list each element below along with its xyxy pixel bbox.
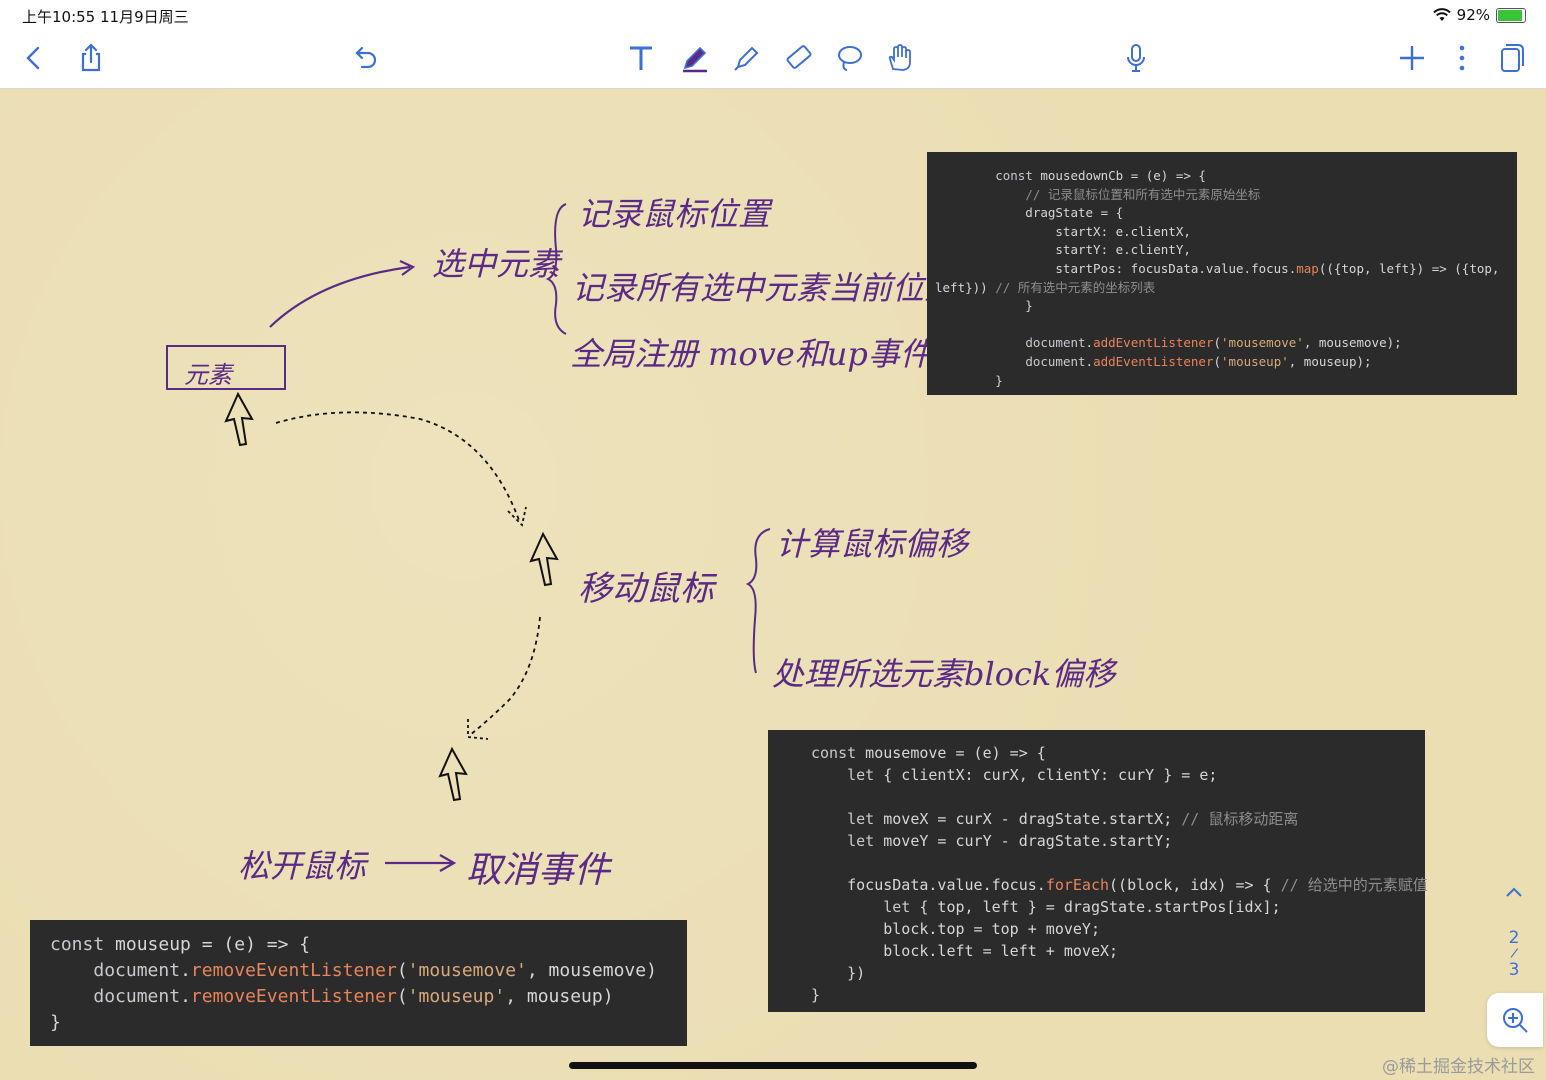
add-button[interactable]	[1392, 38, 1432, 78]
cursor-2	[529, 531, 559, 587]
note-select: 选中元素	[432, 245, 561, 283]
code-line: // 记录鼠标位置和所有选中元素原始坐标	[1025, 186, 1261, 202]
note-select-item-2: 记录所有选中元素当前位置	[572, 269, 957, 307]
code-line: let moveX = curX - dragState.startX; // …	[847, 810, 1299, 828]
code-line: startY: e.clientY,	[935, 242, 1191, 258]
dashed-arrow-1	[275, 411, 521, 524]
share-button[interactable]	[71, 38, 111, 78]
back-button[interactable]	[14, 38, 54, 78]
microphone-icon	[1127, 44, 1145, 72]
battery-icon	[1496, 7, 1526, 23]
status-time: 上午10:55 11月9日周三	[22, 8, 189, 26]
code-line: let { top, left } = dragState.startPos[i…	[883, 898, 1281, 916]
code-line: document.removeEventListener('mouseup', …	[93, 986, 614, 1007]
pen-tool[interactable]	[675, 38, 715, 78]
eraser-tool[interactable]	[778, 38, 818, 78]
note-release: 松开鼠标	[238, 847, 367, 885]
code-line: focusData.value.focus.forEach((block, id…	[811, 876, 1428, 894]
undo-icon	[355, 46, 377, 69]
code-line: const mousedownCb = (e) => {	[995, 168, 1206, 183]
note-element: 元素	[184, 361, 232, 389]
code-line: document.addEventListener('mouseup', mou…	[1025, 353, 1372, 369]
battery-percent: 92%	[1456, 6, 1490, 24]
more-button[interactable]	[1442, 38, 1482, 78]
brace-move	[745, 528, 771, 674]
code-block-mousedown: const mousedownCb = (e) => { // 记录鼠标位置和所…	[927, 152, 1517, 395]
code-line: }	[935, 298, 1033, 314]
code-line: document.addEventListener('mousemove', m…	[1025, 335, 1402, 351]
code-line: block.left = left + moveX;	[811, 942, 1119, 960]
arrow-to-select	[269, 265, 411, 328]
lasso-icon	[838, 46, 862, 71]
code-line: startPos: focusData.value.focus.map(({to…	[935, 260, 1500, 276]
status-bar: 上午10:55 11月9日周三 92%	[0, 0, 1546, 30]
note-move-item-1: 计算鼠标偏移	[776, 525, 969, 563]
battery-fill	[1498, 9, 1522, 21]
code-line: }	[50, 1012, 61, 1033]
zoom-button[interactable]	[1487, 993, 1543, 1047]
home-indicator[interactable]	[569, 1062, 977, 1069]
code-line: const mouseup = (e) => {	[50, 934, 311, 955]
page-up-icon[interactable]	[1504, 885, 1524, 899]
code-line: let moveY = curY - dragState.startY;	[847, 832, 1173, 850]
note-select-item-1: 记录鼠标位置	[578, 195, 771, 233]
hand-icon	[888, 44, 911, 71]
code-line: document.removeEventListener('mousemove'…	[93, 960, 657, 981]
code-line: }	[811, 986, 821, 1004]
back-icon	[26, 46, 40, 70]
highlighter-icon	[734, 46, 759, 71]
wifi-icon	[1432, 8, 1451, 21]
text-tool[interactable]	[621, 38, 661, 78]
highlighter-tool[interactable]	[727, 38, 767, 78]
add-icon	[1400, 46, 1424, 70]
more-icon	[1459, 45, 1465, 71]
pages-button[interactable]	[1491, 38, 1531, 78]
share-icon	[81, 43, 101, 72]
note-move-item-2: 处理所选元素block偏移	[772, 655, 1116, 693]
code-block-mouseup: const mouseup = (e) => { document.remove…	[30, 920, 687, 1046]
note-select-item-3: 全局注册 move和up事件	[570, 335, 932, 373]
pages-icon	[1501, 44, 1524, 72]
watermark: @稀土掘金技术社区	[1382, 1057, 1535, 1077]
text-tool-icon	[630, 46, 652, 70]
cursor-3	[438, 746, 468, 802]
code-line: const mousemove = (e) => {	[811, 744, 1046, 762]
dashed-arrow-2	[469, 616, 541, 736]
lasso-tool[interactable]	[829, 38, 869, 78]
hand-tool[interactable]	[879, 38, 919, 78]
code-line: dragState = {	[935, 205, 1124, 221]
code-line: })	[811, 964, 866, 982]
microphone-button[interactable]	[1116, 38, 1156, 78]
note-move: 移动鼠标	[578, 569, 714, 609]
eraser-icon	[786, 45, 812, 69]
code-block-mousemove: const mousemove = (e) => { let { clientX…	[768, 730, 1428, 1012]
code-line: left})) // 所有选中元素的坐标列表	[935, 279, 1156, 295]
undo-button[interactable]	[346, 38, 386, 78]
note-cancel: 取消事件	[466, 850, 611, 891]
code-line: block.top = top + moveY;	[811, 920, 1100, 938]
pen-tool-icon	[683, 46, 707, 73]
cursor-1	[224, 391, 254, 447]
code-line: }	[935, 372, 1003, 388]
code-line: startX: e.clientX,	[935, 223, 1191, 239]
code-line: let { clientX: curX, clientY: curY } = e…	[847, 766, 1218, 784]
status-right: 92%	[1432, 6, 1526, 24]
toolbar	[0, 30, 1546, 89]
zoom-in-icon	[1503, 1008, 1528, 1033]
